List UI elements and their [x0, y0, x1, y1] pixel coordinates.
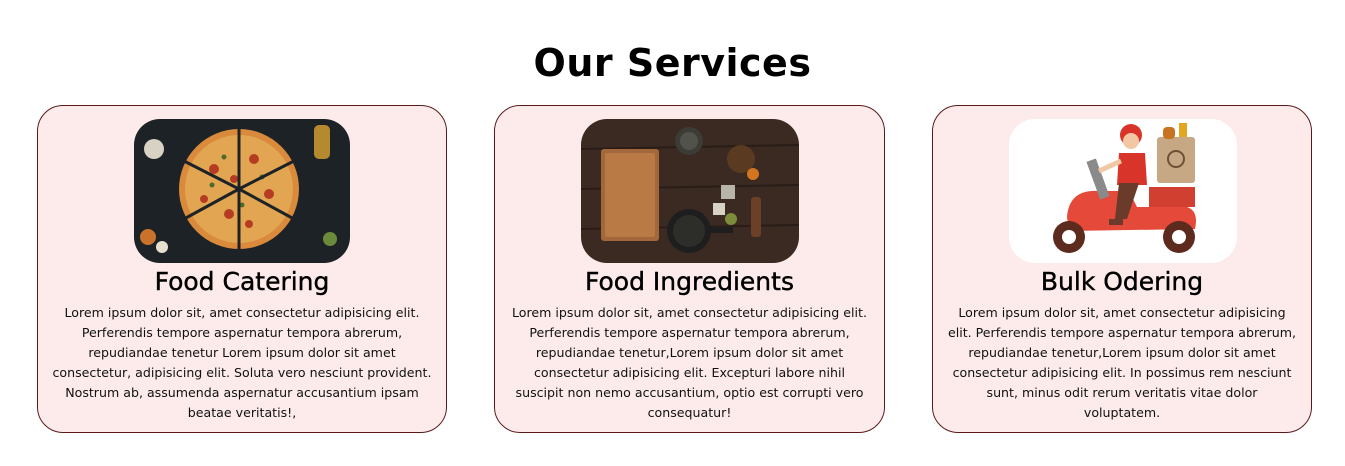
service-heading: Food Catering [154, 267, 330, 296]
service-card-food-ingredients: Food Ingredients Lorem ipsum dolor sit, … [494, 105, 885, 433]
service-description: Lorem ipsum dolor sit, amet consectetur … [512, 305, 867, 420]
service-heading: Food Ingredients [585, 267, 794, 296]
service-card-food-catering: Food Catering Lorem ipsum dolor sit, ame… [37, 105, 447, 433]
delivery-scooter-image [1009, 119, 1237, 263]
pizza-image [134, 119, 350, 263]
ingredients-image [581, 119, 799, 263]
service-description: Lorem ipsum dolor sit, amet consectetur … [947, 305, 1297, 420]
service-description: Lorem ipsum dolor sit, amet consectetur … [52, 305, 432, 420]
page-title: Our Services [533, 41, 812, 86]
service-card-bulk-ordering: Bulk Odering Lorem ipsum dolor sit, amet… [932, 105, 1312, 433]
service-heading: Bulk Odering [1040, 267, 1204, 296]
